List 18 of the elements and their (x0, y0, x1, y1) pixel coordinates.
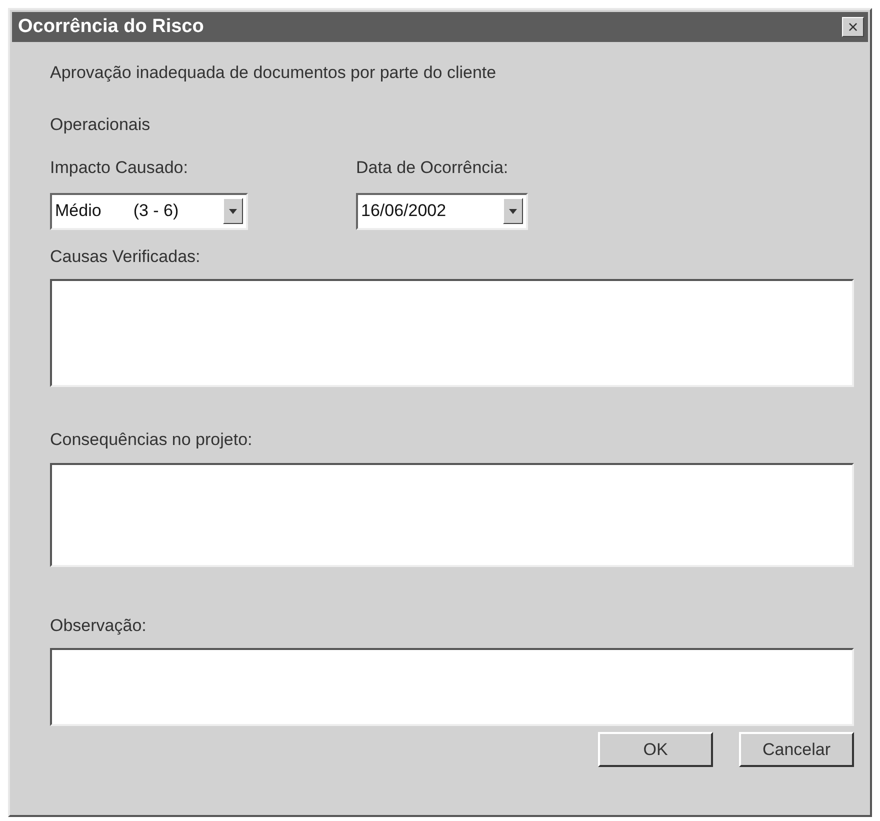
dropdown-arrow-icon (509, 208, 517, 214)
field-label: Causas Verificadas: (50, 246, 200, 268)
dialog-button[interactable]: OK (598, 732, 713, 767)
impact-dropdown[interactable]: Médio (3 - 6) (50, 192, 248, 230)
field-label: Observação: (50, 614, 146, 637)
description-text: Aprovação inadequada de documentos por parte do cliente (50, 62, 496, 84)
text-area[interactable] (50, 279, 854, 387)
field-label: Impacto Causado: (50, 157, 188, 179)
category-text: Operacionais (50, 114, 150, 136)
date-dropdown[interactable]: 16/06/2002 (356, 192, 528, 230)
close-button[interactable]: × (842, 17, 864, 37)
field-label: Data de Ocorrência: (356, 157, 508, 179)
text-area[interactable] (50, 648, 854, 726)
field-label: Consequências no projeto: (50, 429, 252, 451)
dialog-button[interactable]: Cancelar (739, 732, 854, 767)
window-title: Ocorrência do Risco (18, 14, 204, 39)
text-area[interactable] (50, 462, 854, 566)
dropdown-arrow-icon (229, 208, 237, 214)
